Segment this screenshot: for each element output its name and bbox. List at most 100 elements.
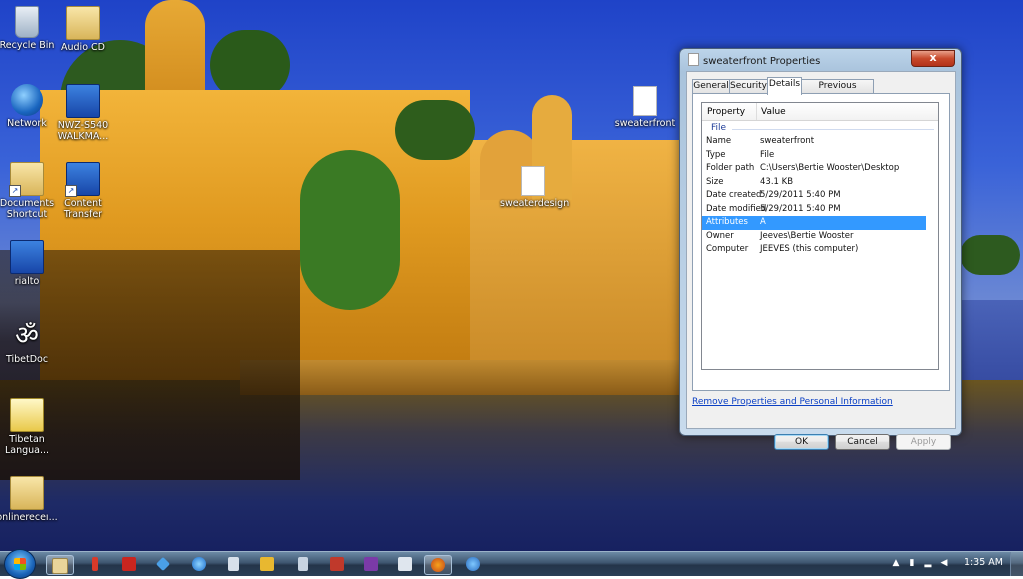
row-value: File bbox=[760, 149, 775, 160]
taskbar-pin[interactable] bbox=[82, 555, 108, 573]
show-hidden-icons-icon[interactable]: ▲ bbox=[891, 558, 901, 569]
desktop-icon-label: Content Transfer bbox=[63, 198, 103, 220]
list-row-selected[interactable]: Attributes A bbox=[702, 216, 926, 230]
desktop-icon-tibetdoc[interactable]: ॐ TibetDoc bbox=[0, 320, 60, 365]
wallpaper-tree bbox=[395, 100, 475, 160]
tab-general[interactable]: General bbox=[692, 79, 730, 94]
row-property: Name bbox=[706, 136, 732, 146]
dialog-title[interactable]: sweaterfront Properties bbox=[688, 53, 820, 67]
taskbar-ie[interactable] bbox=[186, 555, 212, 573]
desktop-icon-sweaterdesign[interactable]: sweaterdesign bbox=[500, 166, 569, 209]
show-desktop-button[interactable] bbox=[1010, 552, 1023, 576]
list-header: Property Value bbox=[702, 103, 938, 121]
network-icon bbox=[11, 84, 43, 116]
row-value: C:\Users\Bertie Wooster\Desktop bbox=[760, 163, 900, 173]
tab-previous-versions[interactable]: Previous Versions bbox=[801, 79, 874, 104]
list-row[interactable]: Size 43.1 KB bbox=[702, 176, 938, 190]
wallpaper-ghat bbox=[240, 360, 680, 395]
taskbar-media-player[interactable] bbox=[254, 555, 280, 573]
calendar-icon bbox=[330, 557, 344, 571]
row-value: Jeeves\Bertie Wooster bbox=[760, 230, 854, 241]
properties-dialog: sweaterfront Properties x General Securi… bbox=[679, 48, 962, 450]
close-button[interactable]: x bbox=[911, 50, 955, 67]
taskbar-document[interactable] bbox=[220, 555, 246, 573]
file-icon bbox=[633, 86, 657, 116]
dialog-title-text: sweaterfront Properties bbox=[703, 56, 821, 67]
notepad-icon bbox=[298, 557, 308, 571]
tab-details[interactable]: Details bbox=[767, 77, 802, 95]
device-icon bbox=[66, 84, 100, 118]
list-row[interactable]: Owner Jeeves\Bertie Wooster bbox=[702, 230, 938, 244]
taskbar-dropbox[interactable] bbox=[150, 555, 176, 573]
row-value: sweaterfront bbox=[760, 136, 815, 146]
list-row[interactable]: Type File bbox=[702, 149, 938, 163]
taskbar-network-share[interactable] bbox=[460, 555, 486, 573]
folder-icon bbox=[66, 6, 100, 40]
row-property: Attributes bbox=[706, 217, 748, 227]
column-header-property[interactable]: Property bbox=[707, 107, 745, 117]
taskbar-notepad[interactable] bbox=[290, 555, 316, 573]
list-row[interactable]: Name sweaterfront bbox=[702, 135, 938, 149]
row-property: Type bbox=[706, 149, 726, 160]
desktop-icon-audio-cd[interactable]: Audio CD bbox=[50, 6, 116, 53]
taskbar-paint[interactable] bbox=[392, 555, 418, 573]
taskbar-calendar[interactable] bbox=[324, 555, 350, 573]
row-property: Owner bbox=[706, 230, 734, 241]
cancel-button[interactable]: Cancel bbox=[835, 434, 890, 450]
desktop-icon-label: sweaterfront bbox=[614, 118, 676, 129]
column-divider[interactable] bbox=[756, 103, 757, 120]
desktop-icon-label: Audio CD bbox=[61, 42, 105, 53]
apply-button[interactable]: Apply bbox=[896, 434, 951, 450]
taskbar: ▲ ▮ ▂ ◀ 1:35 AM bbox=[0, 549, 1023, 579]
network-share-icon bbox=[466, 557, 480, 571]
folder-icon bbox=[10, 476, 44, 510]
desktop-icon-rialto[interactable]: rialto bbox=[0, 240, 60, 287]
globe-book-icon bbox=[10, 398, 44, 432]
wallpaper-tree bbox=[300, 150, 400, 310]
taskbar-onenote[interactable] bbox=[358, 555, 384, 573]
row-property: Folder path bbox=[706, 163, 755, 173]
remote-desktop-icon bbox=[10, 240, 44, 274]
row-property: Computer bbox=[706, 244, 749, 254]
clock[interactable]: 1:35 AM bbox=[964, 557, 1003, 568]
group-label: File bbox=[711, 123, 727, 133]
taskbar-explorer[interactable] bbox=[46, 555, 74, 575]
list-row[interactable]: Computer JEEVES (this computer) bbox=[702, 243, 938, 257]
desktop-icon-walkman[interactable]: NWZ-S540 WALKMA... bbox=[50, 84, 116, 142]
system-tray: ▲ ▮ ▂ ◀ 1:35 AM bbox=[883, 552, 1023, 576]
row-property: Size bbox=[706, 176, 724, 187]
taskbar-pdf[interactable] bbox=[116, 555, 142, 573]
dialog-body: General Security Details Previous Versio… bbox=[686, 71, 956, 450]
details-list[interactable]: Property Value File Name sweaterfront Typ… bbox=[701, 102, 939, 370]
network-signal-icon[interactable]: ▂ bbox=[923, 558, 933, 569]
ok-button[interactable]: OK bbox=[774, 434, 829, 450]
document-icon bbox=[227, 557, 239, 571]
desktop-icon-label: onlinereceı... bbox=[0, 512, 58, 523]
list-row[interactable]: Folder path C:\Users\Bertie Wooster\Deskt… bbox=[702, 162, 938, 176]
desktop-icon-onlinereceipt[interactable]: onlinereceı... bbox=[0, 476, 60, 523]
remove-properties-link[interactable]: Remove Properties and Personal Informati… bbox=[692, 397, 893, 407]
list-row[interactable]: Date modified 5/29/2011 5:40 PM bbox=[702, 203, 938, 217]
column-header-value[interactable]: Value bbox=[761, 107, 786, 117]
shortcut-arrow-icon: ↗ bbox=[65, 185, 77, 197]
onenote-icon bbox=[364, 557, 378, 571]
list-row[interactable]: Date created 5/29/2011 5:40 PM bbox=[702, 189, 938, 203]
file-icon bbox=[521, 166, 545, 196]
taskbar-firefox[interactable] bbox=[424, 555, 452, 575]
device-tray-icon[interactable]: ▮ bbox=[907, 558, 917, 569]
desktop-icon-sweaterfront[interactable]: sweaterfront bbox=[612, 86, 678, 129]
desktop-icon-tibetan-language[interactable]: Tibetan Langua... bbox=[0, 398, 60, 456]
recycle-bin-icon bbox=[15, 6, 39, 38]
dropbox-icon bbox=[155, 556, 171, 572]
om-icon: ॐ bbox=[15, 321, 39, 351]
desktop-icon-label: Recycle Bin bbox=[0, 40, 55, 51]
speaker-icon[interactable]: ◀ bbox=[939, 558, 949, 569]
pin-icon bbox=[92, 557, 98, 571]
tab-security[interactable]: Security bbox=[729, 79, 768, 94]
file-icon bbox=[688, 53, 699, 66]
desktop-icon-label: rialto bbox=[14, 276, 40, 287]
desktop-icon-label: Network bbox=[7, 118, 47, 129]
media-player-icon bbox=[260, 557, 274, 571]
desktop-icon-content-transfer[interactable]: ↗ Content Transfer bbox=[50, 162, 116, 220]
windows-logo-icon bbox=[14, 558, 26, 570]
